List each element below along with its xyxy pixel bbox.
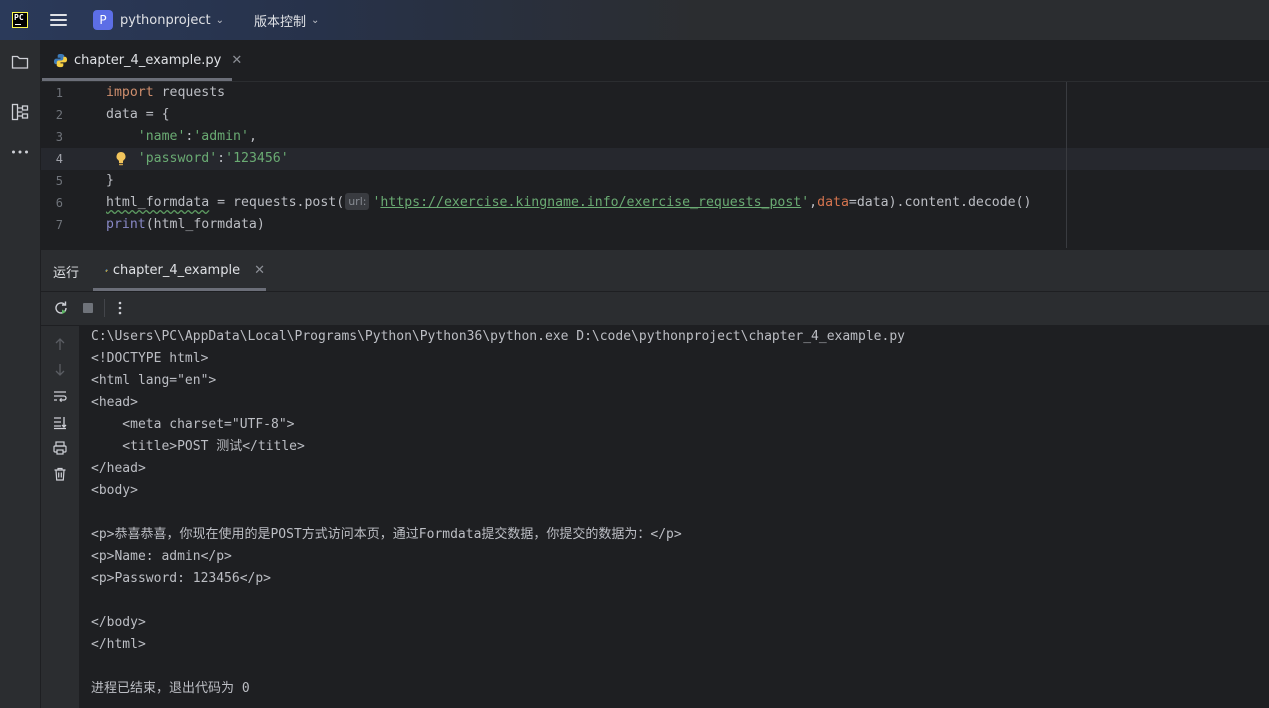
code-line-1: import requests bbox=[106, 82, 225, 104]
code-line-5: } bbox=[106, 170, 114, 192]
param-hint: url: bbox=[345, 193, 370, 210]
string: 'admin' bbox=[193, 129, 249, 144]
line-number: 4 bbox=[55, 152, 63, 166]
code-text: } bbox=[106, 173, 114, 188]
line-number: 5 bbox=[55, 174, 63, 188]
active-run-tab-indicator bbox=[93, 288, 266, 291]
console-line: C:\Users\PC\AppData\Local\Programs\Pytho… bbox=[91, 329, 905, 344]
code-text: requests bbox=[153, 85, 226, 100]
stop-icon[interactable] bbox=[80, 300, 96, 316]
scroll-to-end-icon[interactable] bbox=[52, 414, 68, 430]
right-margin-guide bbox=[1066, 82, 1067, 248]
tab-chapter-4-example-py[interactable]: chapter_4_example.py ✕ bbox=[53, 40, 244, 81]
rerun-icon[interactable] bbox=[53, 300, 69, 316]
soft-wrap-icon[interactable] bbox=[52, 388, 68, 404]
title-bar: PC P pythonproject ⌄ 版本控制 ⌄ bbox=[0, 0, 1269, 40]
string: 'name' bbox=[137, 129, 186, 144]
trash-icon[interactable] bbox=[52, 466, 68, 482]
run-panel-title: 运行 bbox=[53, 266, 80, 281]
pycharm-logo-icon[interactable]: PC bbox=[12, 12, 28, 28]
code-text: (html_formdata) bbox=[145, 217, 265, 232]
arrow-down-icon[interactable] bbox=[52, 362, 68, 378]
url-link[interactable]: https://exercise.kingname.info/exercise_… bbox=[380, 195, 801, 210]
console-line: <p>Name: admin</p> bbox=[91, 549, 232, 564]
variable: html_formdata bbox=[106, 195, 210, 210]
code-line-7: print(html_formdata) bbox=[106, 214, 265, 236]
console-output[interactable]: C:\Users\PC\AppData\Local\Programs\Pytho… bbox=[79, 326, 1269, 708]
toolbar-separator bbox=[104, 299, 105, 317]
code-line-3: 'name':'admin', bbox=[106, 126, 257, 148]
code-text: data = { bbox=[106, 107, 170, 122]
code-line-6: html_formdata = requests.post(url: 'https… bbox=[106, 192, 1032, 214]
run-tab-chapter-4-example[interactable]: chapter_4_example ✕ bbox=[105, 250, 265, 291]
console-exit-line: 进程已结束，退出代码为 0 bbox=[91, 681, 250, 696]
print-icon[interactable] bbox=[52, 440, 68, 456]
line-number: 1 bbox=[55, 86, 63, 100]
console-line: </html> bbox=[91, 637, 146, 652]
console-line: <!DOCTYPE html> bbox=[91, 351, 209, 366]
close-icon[interactable]: ✕ bbox=[254, 263, 265, 278]
console-line: </head> bbox=[91, 461, 146, 476]
console-line: <body> bbox=[91, 483, 138, 498]
code-editor[interactable]: 1 2 3 4 5 6 7 import requests data = { '… bbox=[41, 82, 1269, 248]
structure-icon[interactable] bbox=[11, 103, 29, 121]
keyword: import bbox=[106, 85, 154, 100]
project-badge: P bbox=[93, 10, 113, 30]
python-file-icon bbox=[53, 53, 68, 68]
console-line: <title>POST 测试</title> bbox=[91, 439, 305, 454]
code-lines: import requests data = { 'name':'admin',… bbox=[106, 82, 1032, 232]
line-number: 7 bbox=[55, 218, 63, 232]
string: '123456' bbox=[225, 151, 289, 166]
active-tab-indicator bbox=[42, 78, 232, 81]
builtin: print bbox=[106, 217, 146, 232]
editor-tab-bar: chapter_4_example.py ✕ bbox=[41, 40, 1269, 82]
tab-label: chapter_4_example.py bbox=[74, 53, 222, 68]
vcs-label: 版本控制 bbox=[253, 14, 306, 30]
console-line: <html lang="en"> bbox=[91, 373, 217, 388]
string: 'password' bbox=[137, 151, 218, 166]
code-text: : bbox=[217, 151, 226, 166]
code-text: , bbox=[248, 129, 257, 144]
code-line-2: data = { bbox=[106, 104, 170, 126]
line-number-gutter[interactable]: 1 2 3 4 5 6 7 bbox=[41, 82, 103, 248]
named-param: data bbox=[817, 195, 849, 210]
line-number: 3 bbox=[55, 130, 63, 144]
console-line: <p>恭喜恭喜，你现在使用的是POST方式访问本页，通过Formdata提交数据… bbox=[91, 527, 682, 542]
arrow-up-icon[interactable] bbox=[52, 336, 68, 352]
run-panel-header: 运行 chapter_4_example ✕ bbox=[41, 250, 1269, 292]
chevron-down-icon: ⌄ bbox=[215, 14, 224, 26]
console-line: <meta charset="UTF-8"> bbox=[91, 417, 295, 432]
console-line: <p>Password: 123456</p> bbox=[91, 571, 272, 586]
project-name: pythonproject bbox=[120, 12, 211, 28]
code-text: , bbox=[809, 195, 818, 210]
project-selector[interactable]: P pythonproject ⌄ bbox=[93, 10, 224, 30]
run-toolbar bbox=[41, 292, 1269, 326]
folder-icon[interactable] bbox=[11, 53, 29, 71]
close-icon[interactable]: ✕ bbox=[231, 53, 242, 68]
python-file-icon bbox=[105, 269, 108, 272]
run-tab-label: chapter_4_example bbox=[112, 263, 241, 278]
string: ' bbox=[801, 195, 810, 210]
vcs-menu[interactable]: 版本控制 ⌄ bbox=[254, 11, 319, 30]
code-line-4: 'password':'123456' bbox=[106, 148, 289, 170]
console-line: <head> bbox=[91, 395, 138, 410]
console-line: </body> bbox=[91, 615, 146, 630]
main-menu-icon[interactable] bbox=[50, 14, 67, 26]
line-number: 6 bbox=[55, 196, 63, 210]
chevron-down-icon: ⌄ bbox=[311, 14, 320, 26]
more-vertical-icon[interactable] bbox=[112, 300, 128, 316]
code-text: = requests.post( bbox=[209, 195, 345, 210]
line-number: 2 bbox=[55, 108, 63, 122]
code-text: =data).content.decode() bbox=[848, 195, 1032, 210]
more-icon[interactable] bbox=[11, 143, 29, 161]
left-tool-window-bar bbox=[0, 40, 41, 708]
run-side-toolbar bbox=[41, 326, 79, 708]
